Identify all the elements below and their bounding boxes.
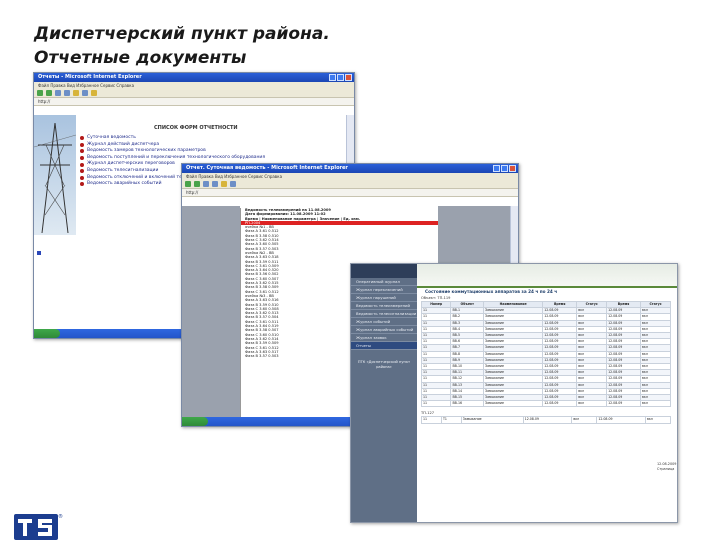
home-icon[interactable] (73, 90, 79, 96)
sidebar-item[interactable]: Ведомость телеизмерений (351, 302, 417, 310)
menu-bar[interactable]: Файл Правка Вид Избранное Сервис Справка (34, 82, 354, 89)
sidebar-item[interactable]: Журнал заявок (351, 334, 417, 342)
table-row: 11 ВВ-16 Замыкание 12.08.09 вкл 12.08.09 вкл (420, 400, 671, 408)
window-titlebar[interactable]: Отчеты - Microsoft Internet Explorer (34, 73, 354, 82)
report-list-heading: СПИСОК ФОРМ ОТЧЕТНОСТИ (154, 125, 238, 131)
back-icon[interactable] (185, 181, 191, 187)
switching-table-2: 11 Т1 Замыкание 12.08.09 вкл 12.08.09 вкл (421, 416, 672, 424)
address-bar[interactable]: http:// (34, 98, 354, 106)
company-logo (14, 514, 58, 540)
bullet-icon (80, 182, 84, 187)
table-cell: 11 (420, 400, 452, 408)
page-footer: 12.08.2009 Страница (657, 462, 677, 471)
bullet-icon (80, 175, 84, 180)
table-cell: 12.08.09 (542, 400, 578, 408)
search-icon[interactable] (82, 90, 88, 96)
window-titlebar[interactable]: Отчет. Суточная ведомость - Microsoft In… (182, 164, 518, 173)
header-banner (417, 264, 677, 288)
sidebar-item[interactable]: Журнал аварийных событий (351, 326, 417, 334)
table-cell: вкл (576, 400, 608, 408)
forward-icon[interactable] (194, 181, 200, 187)
start-button[interactable] (34, 329, 60, 338)
report-link[interactable]: Ведомость замеров технологических параме… (80, 148, 300, 155)
toolbar[interactable] (182, 180, 518, 189)
slide-title: Диспетчерский пункт района. Отчетные док… (34, 22, 434, 70)
stop-icon[interactable] (203, 181, 209, 187)
switching-table: Номер Объект Наименование Время Статус Время С… (420, 300, 671, 408)
report-link[interactable]: Суточная ведомость (80, 135, 300, 142)
table-cell: вкл (571, 416, 598, 424)
bullet-icon (80, 162, 84, 167)
table-cell: Замыкание (483, 400, 544, 408)
maximize-icon[interactable] (501, 165, 508, 172)
report-link-label: Ведомость аварийных событий (87, 181, 162, 187)
sidebar-item[interactable]: Журнал нарушений (351, 294, 417, 302)
power-pylon-image (34, 115, 76, 235)
toolbar[interactable] (34, 89, 354, 98)
nav-note: ПТК «Диспетчерский пункт района» (357, 360, 411, 369)
table-cell: 12.08.09 (522, 416, 573, 424)
forward-icon[interactable] (46, 90, 52, 96)
window-title: Отчет. Суточная ведомость - Microsoft In… (186, 165, 348, 171)
bullet-icon (80, 169, 84, 174)
start-button[interactable] (182, 417, 208, 426)
back-icon[interactable] (37, 90, 43, 96)
report-link-label: Суточная ведомость (87, 135, 136, 140)
page-marker-icon (37, 251, 41, 255)
refresh-icon[interactable] (64, 90, 70, 96)
refresh-icon[interactable] (212, 181, 218, 187)
report-link-label: Ведомость замеров технологических параме… (87, 148, 206, 154)
table-cell: Т1 (440, 416, 462, 424)
bullet-icon (80, 156, 84, 161)
nav-list: Оперативный журнал Журнал переключений Жур… (351, 278, 417, 350)
report-link-label: Журнал диспетчерских переговоров (87, 161, 175, 167)
slide-title-line2: Отчетные документы (34, 48, 247, 68)
minimize-icon[interactable] (493, 165, 500, 172)
stop-icon[interactable] (55, 90, 61, 96)
table-cell: вкл (644, 416, 672, 424)
close-icon[interactable] (509, 165, 516, 172)
table-row: 11 Т1 Замыкание 12.08.09 вкл 12.08.09 вкл (421, 416, 672, 424)
sidebar-item[interactable]: Ведомость телесигнализации (351, 310, 417, 318)
table-cell: 12.08.09 (596, 416, 646, 424)
maximize-icon[interactable] (337, 74, 344, 81)
bullet-icon (80, 136, 84, 141)
table-cell: ВВ-16 (450, 400, 485, 408)
main-content: Состояние коммутационных аппаратов за 24… (417, 264, 677, 522)
page-margin-left (182, 206, 240, 417)
web-app-window-switching-report[interactable]: Оперативный журнал Журнал переключений Жур… (350, 263, 678, 523)
window-title: Отчеты - Microsoft Internet Explorer (38, 74, 142, 80)
menu-bar[interactable]: Файл Правка Вид Избранное Сервис Справка (182, 173, 518, 180)
print-icon[interactable] (230, 181, 236, 187)
address-bar[interactable]: http:// (182, 189, 518, 197)
report-link-label: Ведомость телесигнализации (87, 167, 159, 173)
slide-title-line1: Диспетчерский пункт района. (34, 24, 330, 44)
sidebar-item[interactable]: Журнал переключений (351, 286, 417, 294)
report-title: Состояние коммутационных аппаратов за 24… (425, 289, 558, 294)
close-icon[interactable] (345, 74, 352, 81)
minimize-icon[interactable] (329, 74, 336, 81)
favorites-icon[interactable] (91, 90, 97, 96)
sidebar-nav: Оперативный журнал Журнал переключений Жур… (351, 264, 417, 522)
registered-mark: ® (58, 514, 63, 520)
nav-header (351, 264, 417, 278)
table-cell: 11 (421, 416, 442, 424)
bullet-icon (80, 142, 84, 147)
bullet-icon (80, 149, 84, 154)
sidebar-item[interactable]: Отчеты (351, 342, 417, 350)
table-cell: 12.08.09 (606, 400, 642, 408)
table-cell: Замыкание (460, 416, 524, 424)
sidebar-item[interactable]: Оперативный журнал (351, 278, 417, 286)
sidebar-item[interactable]: Журнал событий (351, 318, 417, 326)
home-icon[interactable] (221, 181, 227, 187)
table-cell: вкл (640, 400, 671, 408)
